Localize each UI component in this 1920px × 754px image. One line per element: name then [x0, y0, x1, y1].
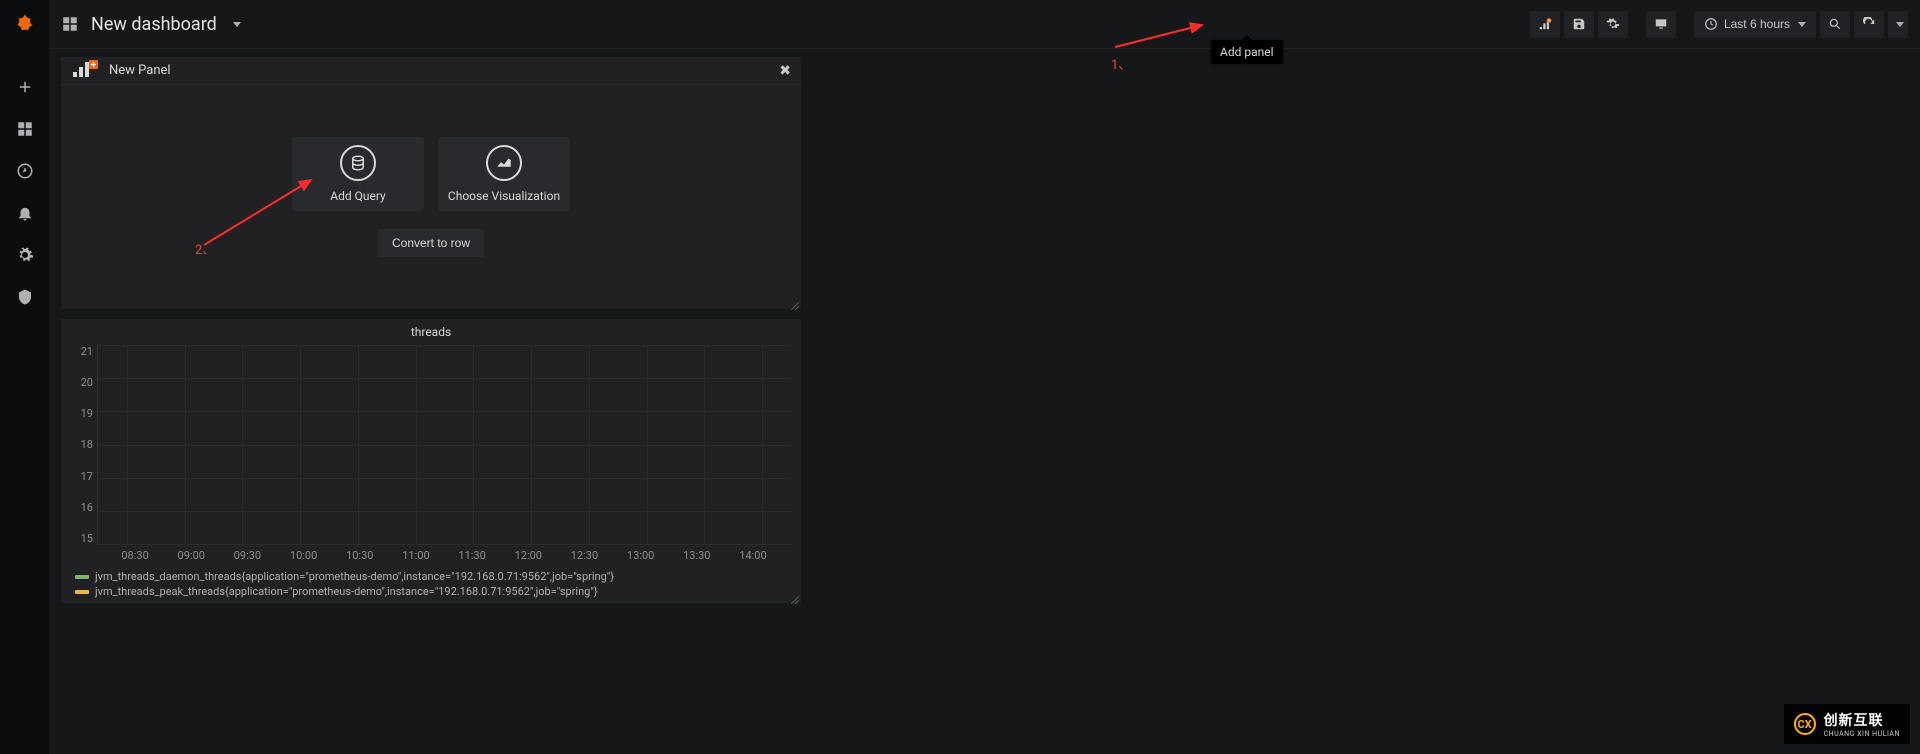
tooltip-add-panel: Add panel — [1211, 40, 1283, 64]
dashboards-icon[interactable] — [15, 119, 35, 139]
add-query-card[interactable]: Add Query — [292, 137, 424, 211]
create-icon[interactable] — [15, 77, 35, 97]
sidebar — [0, 0, 49, 754]
convert-to-row-button[interactable]: Convert to row — [378, 229, 484, 257]
chevron-down-icon — [1798, 22, 1806, 27]
panel-title: New Panel — [109, 63, 171, 78]
resize-handle[interactable] — [791, 593, 799, 601]
close-icon[interactable]: ✖ — [779, 63, 791, 79]
x-axis: 08:3009:0009:3010:0010:3011:0011:3012:00… — [107, 549, 781, 562]
panel-add-icon — [71, 60, 99, 82]
chevron-down-icon — [233, 22, 241, 27]
grafana-logo[interactable] — [0, 0, 49, 49]
time-range-label: Last 6 hours — [1724, 17, 1790, 31]
chart-plot-area[interactable]: 21201918171615 — [71, 345, 791, 545]
watermark-text: 创新互联 — [1824, 710, 1900, 730]
time-range-button[interactable]: Last 6 hours — [1694, 11, 1816, 38]
watermark: CX 创新互联 CHUANG XIN HULIAN — [1784, 704, 1910, 744]
chart-title: threads — [61, 319, 801, 345]
legend-label: jvm_threads_daemon_threads{application="… — [95, 570, 614, 583]
watermark-icon: CX — [1794, 713, 1816, 735]
legend-item[interactable]: jvm_threads_peak_threads{application="pr… — [75, 585, 791, 598]
alerting-icon[interactable] — [15, 203, 35, 223]
dashboard-title-container[interactable]: New dashboard — [61, 14, 241, 35]
dashboard-icon — [61, 15, 79, 33]
legend-swatch — [75, 590, 89, 594]
refresh-button[interactable] — [1854, 11, 1884, 38]
chart-legend: jvm_threads_daemon_threads{application="… — [75, 570, 791, 598]
refresh-interval-button[interactable] — [1888, 11, 1908, 38]
server-admin-icon[interactable] — [15, 287, 35, 307]
database-icon — [340, 145, 376, 181]
save-button[interactable] — [1564, 11, 1594, 38]
choose-visualization-label: Choose Visualization — [448, 189, 560, 203]
new-panel: New Panel ✖ Add Query Choose V — [61, 57, 801, 309]
legend-label: jvm_threads_peak_threads{application="pr… — [95, 585, 598, 598]
add-panel-button[interactable] — [1530, 11, 1560, 38]
legend-item[interactable]: jvm_threads_daemon_threads{application="… — [75, 570, 791, 583]
view-mode-button[interactable] — [1646, 11, 1676, 38]
threads-panel: threads 21201918171615 08:3009:0009:3010… — [61, 319, 801, 603]
configuration-icon[interactable] — [15, 245, 35, 265]
dashboard-title: New dashboard — [91, 14, 217, 35]
topbar: New dashboard Last 6 hours — [49, 0, 1920, 49]
settings-button[interactable] — [1598, 11, 1628, 38]
chart-grid — [97, 345, 791, 545]
legend-swatch — [75, 575, 89, 579]
chevron-down-icon — [1896, 22, 1904, 27]
choose-visualization-card[interactable]: Choose Visualization — [438, 137, 570, 211]
resize-handle[interactable] — [791, 299, 799, 307]
add-query-label: Add Query — [330, 189, 385, 203]
zoom-out-button[interactable] — [1820, 11, 1850, 38]
chart-icon — [486, 145, 522, 181]
explore-icon[interactable] — [15, 161, 35, 181]
watermark-subtext: CHUANG XIN HULIAN — [1824, 730, 1900, 738]
y-axis: 21201918171615 — [71, 345, 97, 545]
